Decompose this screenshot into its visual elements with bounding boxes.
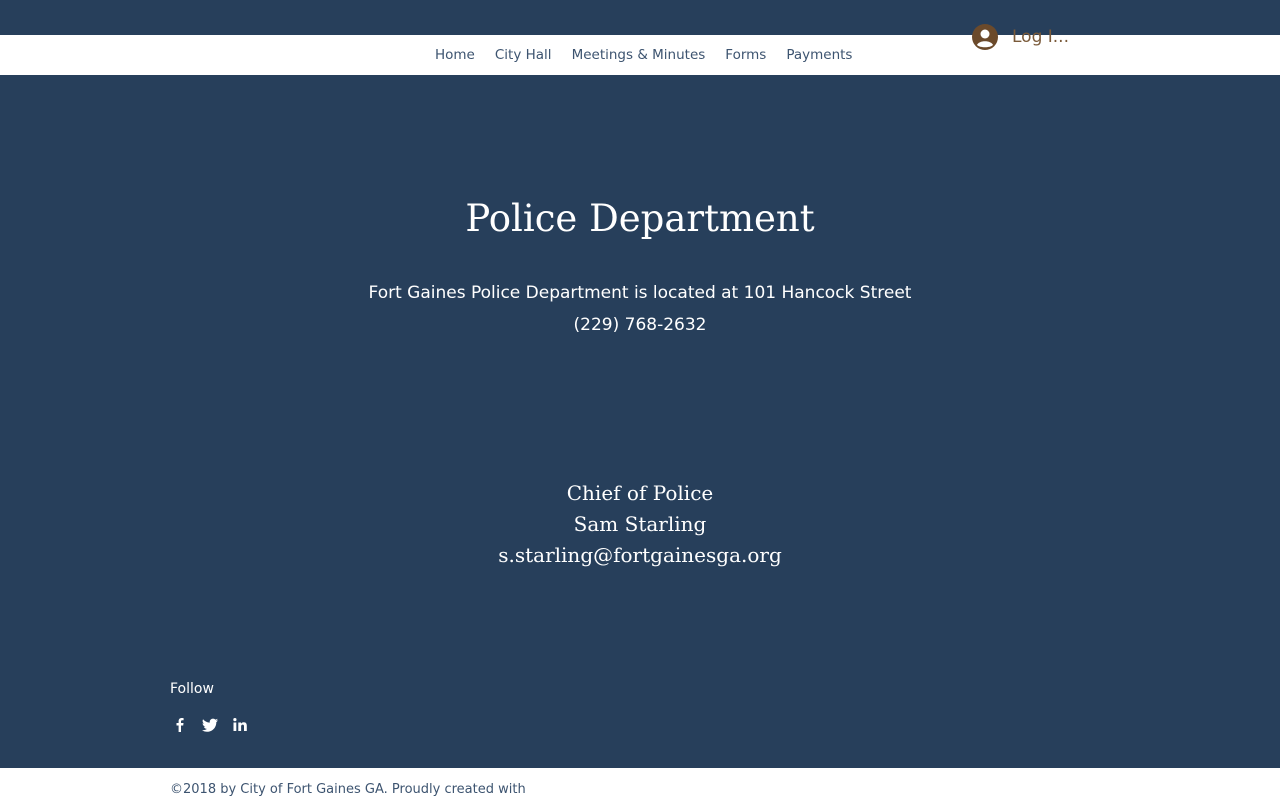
nav-menu: Home City Hall Meetings & Minutes Forms … — [425, 35, 862, 75]
follow-label: Follow — [170, 681, 214, 697]
department-address: Fort Gaines Police Department is located… — [368, 283, 912, 303]
login-label: Log I... — [1012, 27, 1069, 47]
footer: ©2018 by City of Fort Gaines GA. Proudly… — [0, 768, 1280, 800]
navigation-bar: Home City Hall Meetings & Minutes Forms … — [0, 35, 1280, 75]
user-avatar-icon — [972, 24, 998, 50]
department-phone: (229) 768-2632 — [573, 315, 707, 335]
page-title: Police Department — [465, 197, 815, 240]
twitter-icon[interactable] — [200, 715, 220, 735]
nav-item-city-hall[interactable]: City Hall — [485, 47, 562, 63]
top-strip — [0, 0, 1280, 35]
nav-item-payments[interactable]: Payments — [776, 47, 862, 63]
linkedin-icon[interactable] — [230, 715, 250, 735]
main-content: Police Department Fort Gaines Police Dep… — [0, 75, 1280, 768]
chief-title: Chief of Police — [566, 481, 714, 505]
nav-item-forms[interactable]: Forms — [715, 47, 776, 63]
facebook-icon[interactable] — [170, 715, 190, 735]
chief-email-link[interactable]: s.starling@fortgainesga.org — [0, 543, 1280, 567]
footer-copyright: ©2018 by City of Fort Gaines GA. Proudly… — [170, 782, 526, 797]
login-button[interactable]: Log I... — [972, 22, 1069, 52]
chief-name: Sam Starling — [573, 512, 707, 536]
nav-item-meetings-minutes[interactable]: Meetings & Minutes — [562, 47, 716, 63]
nav-item-home[interactable]: Home — [425, 47, 485, 63]
social-links — [170, 715, 260, 735]
